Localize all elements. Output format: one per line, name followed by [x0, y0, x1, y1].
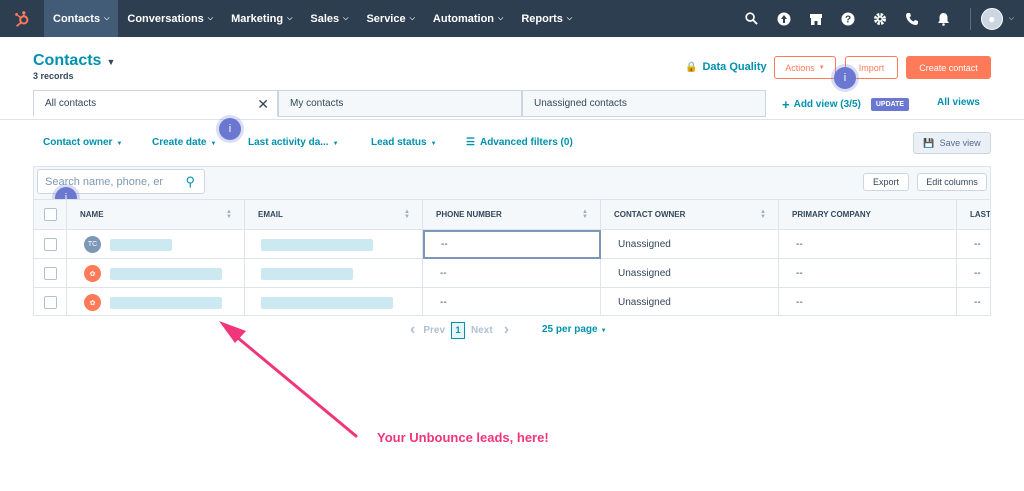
- annotation-arrow: [219, 321, 358, 438]
- annotation-text: Your Unbounce leads, here!: [377, 430, 549, 445]
